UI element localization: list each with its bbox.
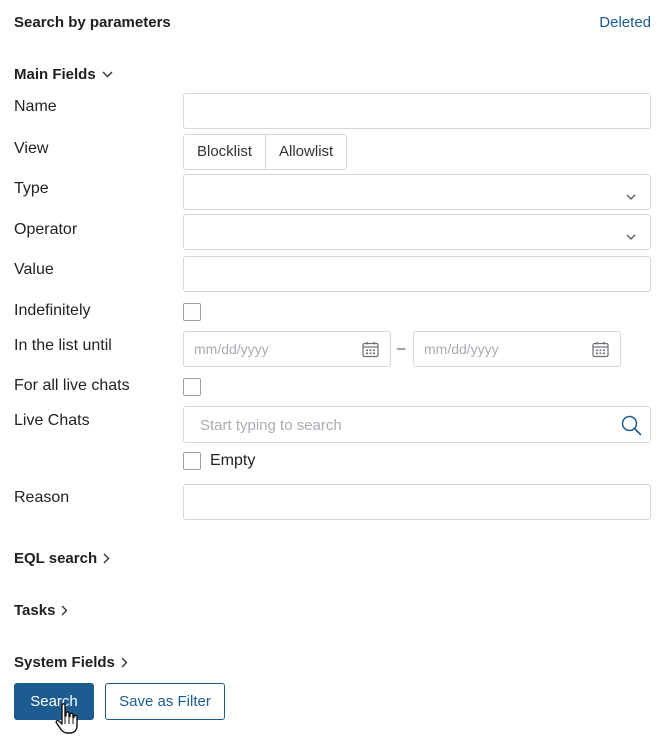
- date-range-separator: –: [397, 340, 406, 357]
- chevron-down-icon: [102, 71, 113, 78]
- main-fields-label: Main Fields: [14, 66, 96, 83]
- chevron-right-icon: [121, 657, 128, 668]
- allowlist-option[interactable]: Allowlist: [265, 135, 347, 169]
- date-to-placeholder: mm/dd/yyyy: [424, 341, 499, 357]
- system-fields-toggle[interactable]: System Fields: [14, 654, 128, 671]
- indefinitely-label: Indefinitely: [14, 302, 91, 319]
- chevron-right-icon: [103, 553, 110, 564]
- search-icon[interactable]: [621, 415, 642, 441]
- indefinitely-checkbox[interactable]: [183, 303, 201, 321]
- name-label: Name: [14, 98, 57, 115]
- live-chats-placeholder: Start typing to search: [200, 417, 342, 434]
- system-fields-label: System Fields: [14, 654, 115, 671]
- all-live-chats-label: For all live chats: [14, 377, 130, 394]
- deleted-link[interactable]: Deleted: [599, 14, 651, 31]
- search-button[interactable]: Search: [14, 683, 94, 720]
- calendar-icon[interactable]: [592, 341, 609, 363]
- live-chats-empty-checkbox[interactable]: [183, 452, 201, 470]
- chevron-right-icon: [61, 605, 68, 616]
- save-as-filter-button[interactable]: Save as Filter: [105, 683, 225, 720]
- type-select[interactable]: [183, 174, 651, 210]
- view-label: View: [14, 140, 49, 157]
- name-input[interactable]: [183, 93, 651, 129]
- live-chats-search-input[interactable]: Start typing to search: [183, 406, 651, 443]
- date-from-placeholder: mm/dd/yyyy: [194, 341, 269, 357]
- view-toggle-group: Blocklist Allowlist: [183, 134, 348, 170]
- blocklist-option[interactable]: Blocklist: [184, 135, 266, 169]
- panel-title: Search by parameters: [14, 14, 171, 31]
- reason-label: Reason: [14, 489, 70, 506]
- operator-label: Operator: [14, 221, 78, 238]
- calendar-icon[interactable]: [362, 341, 379, 363]
- chevron-down-icon: [626, 228, 636, 246]
- all-live-chats-checkbox[interactable]: [183, 378, 201, 396]
- date-to-input[interactable]: mm/dd/yyyy: [413, 331, 621, 367]
- operator-select[interactable]: [183, 214, 651, 250]
- in-list-until-label: In the list until: [14, 337, 112, 354]
- type-label: Type: [14, 180, 49, 197]
- reason-input[interactable]: [183, 484, 651, 520]
- live-chats-empty-label: Empty: [210, 452, 256, 469]
- eql-search-toggle[interactable]: EQL search: [14, 550, 110, 567]
- main-fields-toggle[interactable]: Main Fields: [14, 66, 113, 83]
- value-label: Value: [14, 261, 54, 278]
- tasks-toggle[interactable]: Tasks: [14, 602, 68, 619]
- value-input[interactable]: [183, 256, 651, 292]
- live-chats-label: Live Chats: [14, 412, 90, 429]
- tasks-label: Tasks: [14, 602, 56, 619]
- date-from-input[interactable]: mm/dd/yyyy: [183, 331, 391, 367]
- eql-search-label: EQL search: [14, 550, 98, 567]
- chevron-down-icon: [626, 188, 636, 206]
